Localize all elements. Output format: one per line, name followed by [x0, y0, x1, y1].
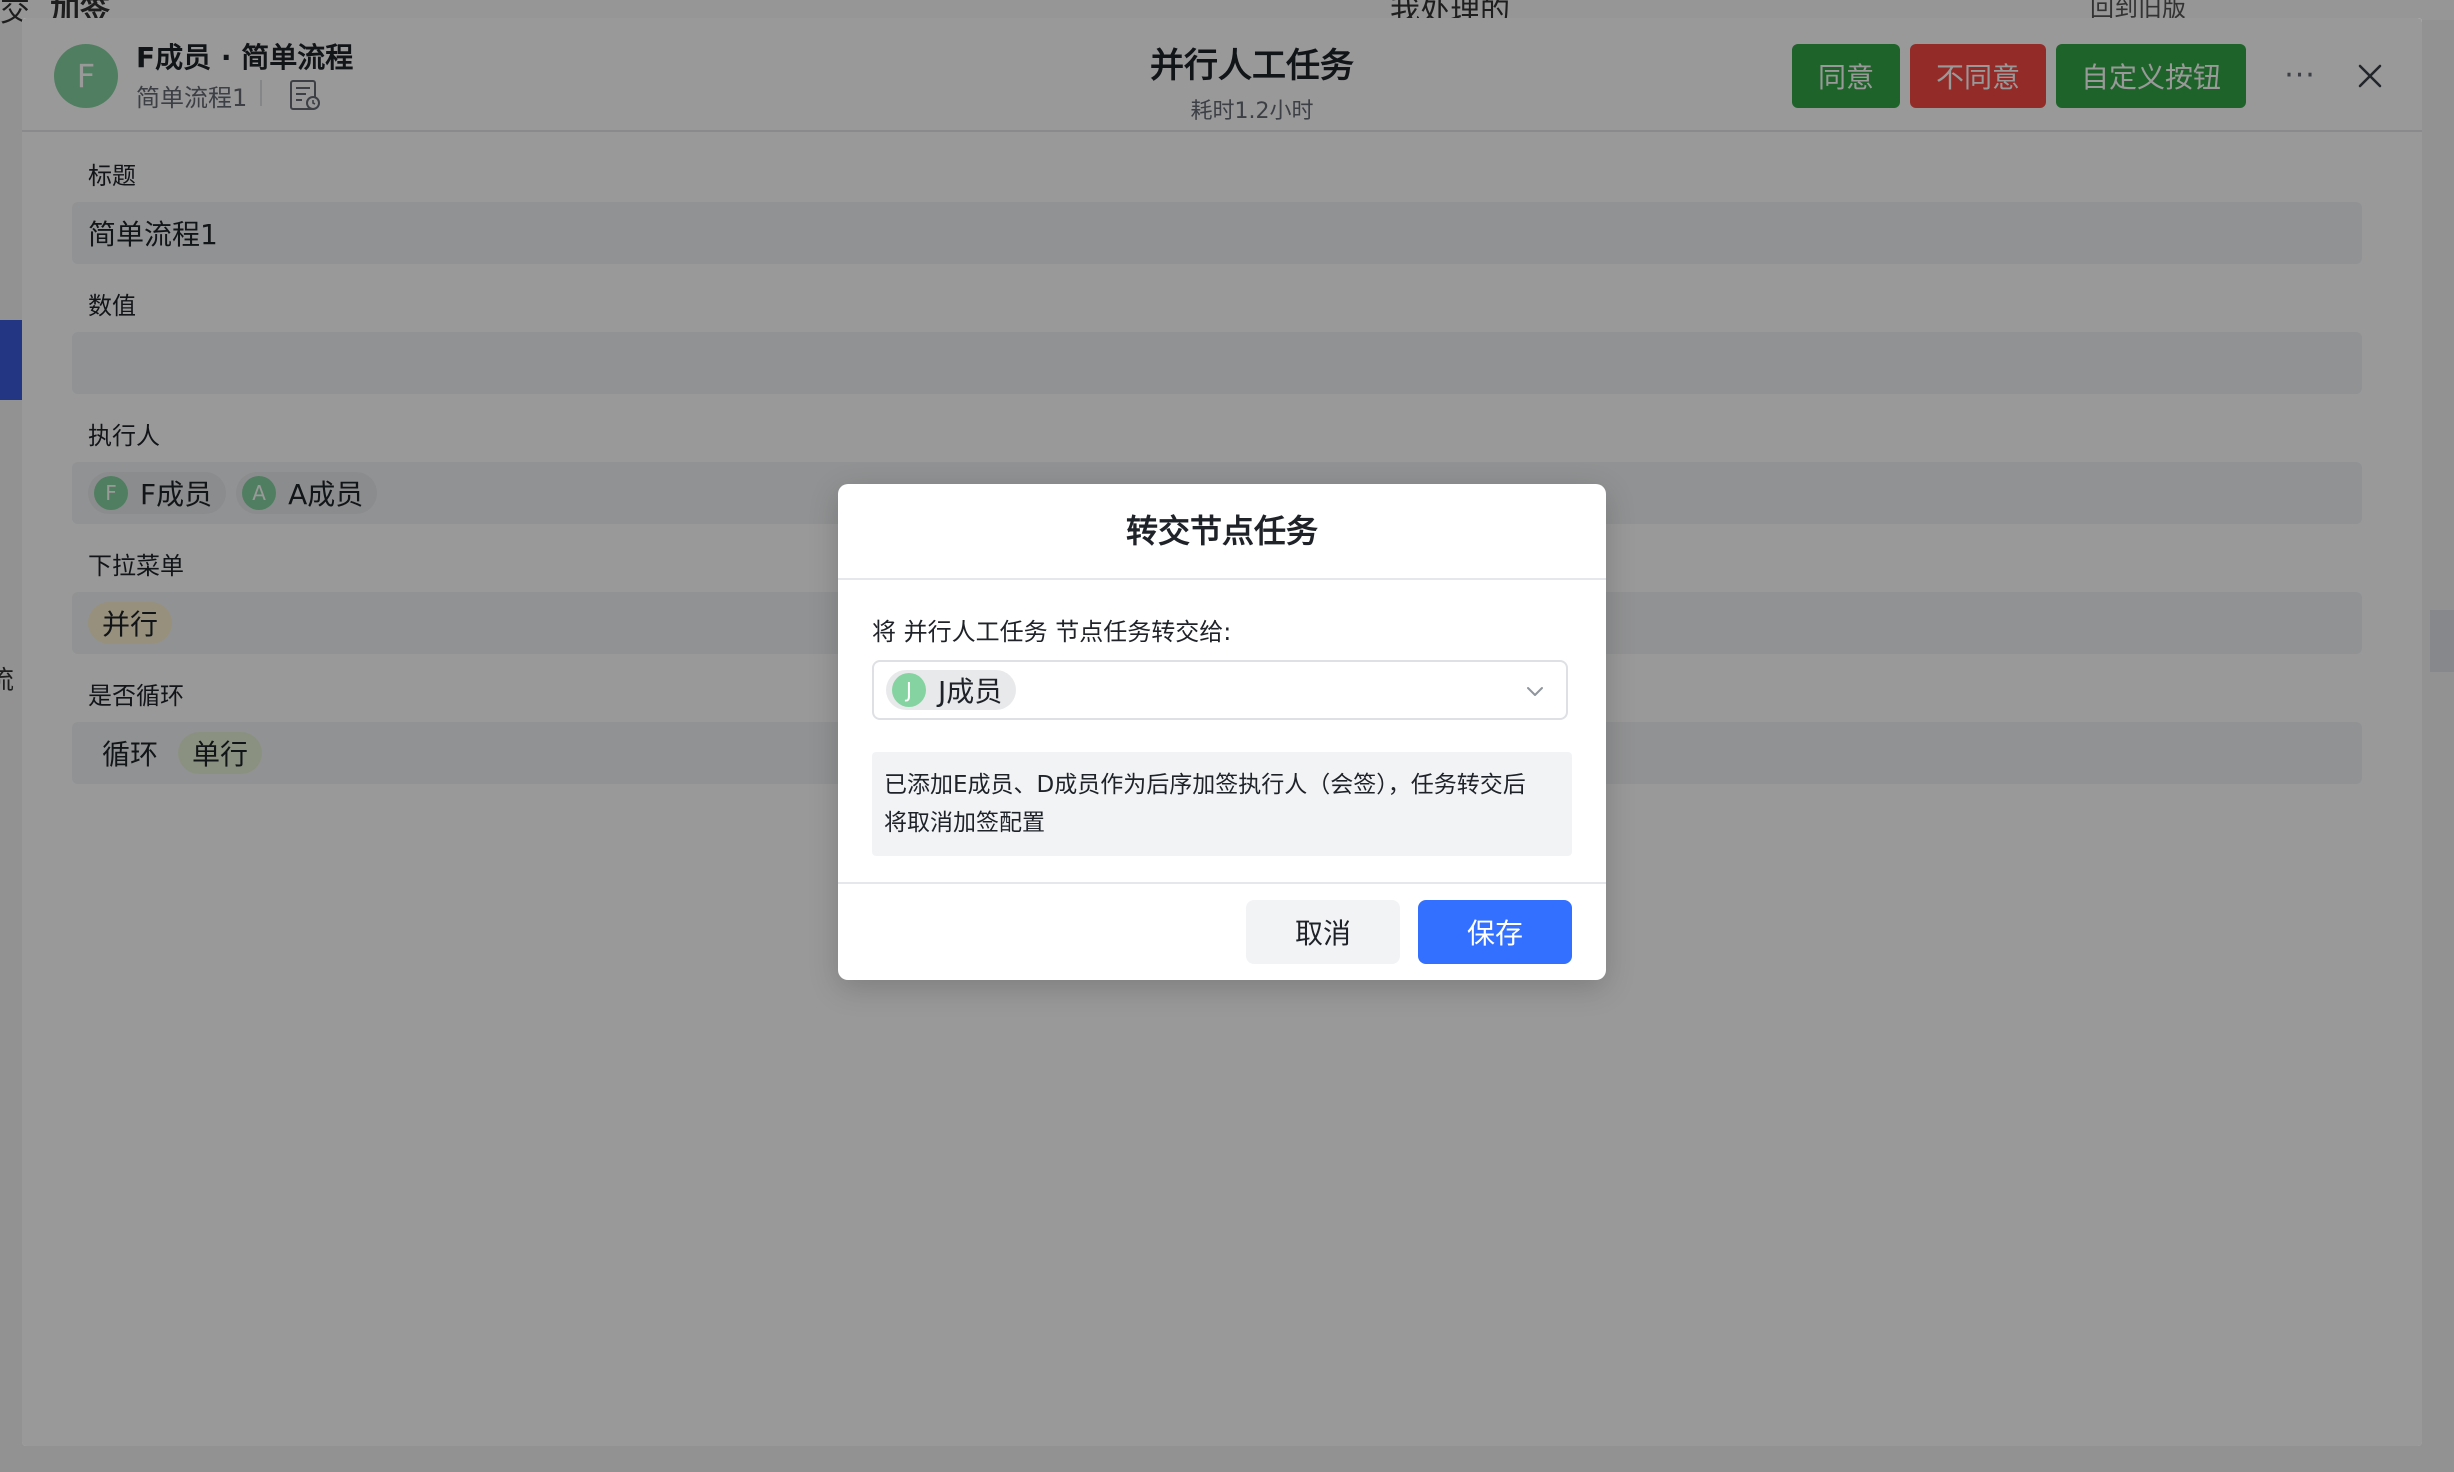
- cancel-button[interactable]: 取消: [1246, 900, 1400, 964]
- note-line: 已添加E成员、D成员作为后序加签执行人（会签），任务转交后: [884, 772, 1526, 798]
- transfer-dialog: 转交节点任务 将 并行人工任务 节点任务转交给: J J成员 已添加E成员、D成…: [838, 484, 1606, 980]
- avatar: J: [892, 673, 926, 707]
- member-chip: J J成员: [886, 670, 1017, 710]
- member-name: J成员: [938, 675, 1003, 708]
- save-button[interactable]: 保存: [1418, 900, 1572, 964]
- note-line: 将取消加签配置: [884, 810, 1045, 836]
- assignee-select[interactable]: J J成员: [872, 660, 1568, 720]
- transfer-note: 已添加E成员、D成员作为后序加签执行人（会签），任务转交后 将取消加签配置: [872, 752, 1572, 856]
- dialog-title: 转交节点任务: [838, 484, 1606, 580]
- chevron-down-icon[interactable]: [1524, 680, 1546, 702]
- dialog-footer: 取消 保存: [838, 882, 1606, 980]
- dialog-prompt: 将 并行人工任务 节点任务转交给:: [872, 618, 1232, 646]
